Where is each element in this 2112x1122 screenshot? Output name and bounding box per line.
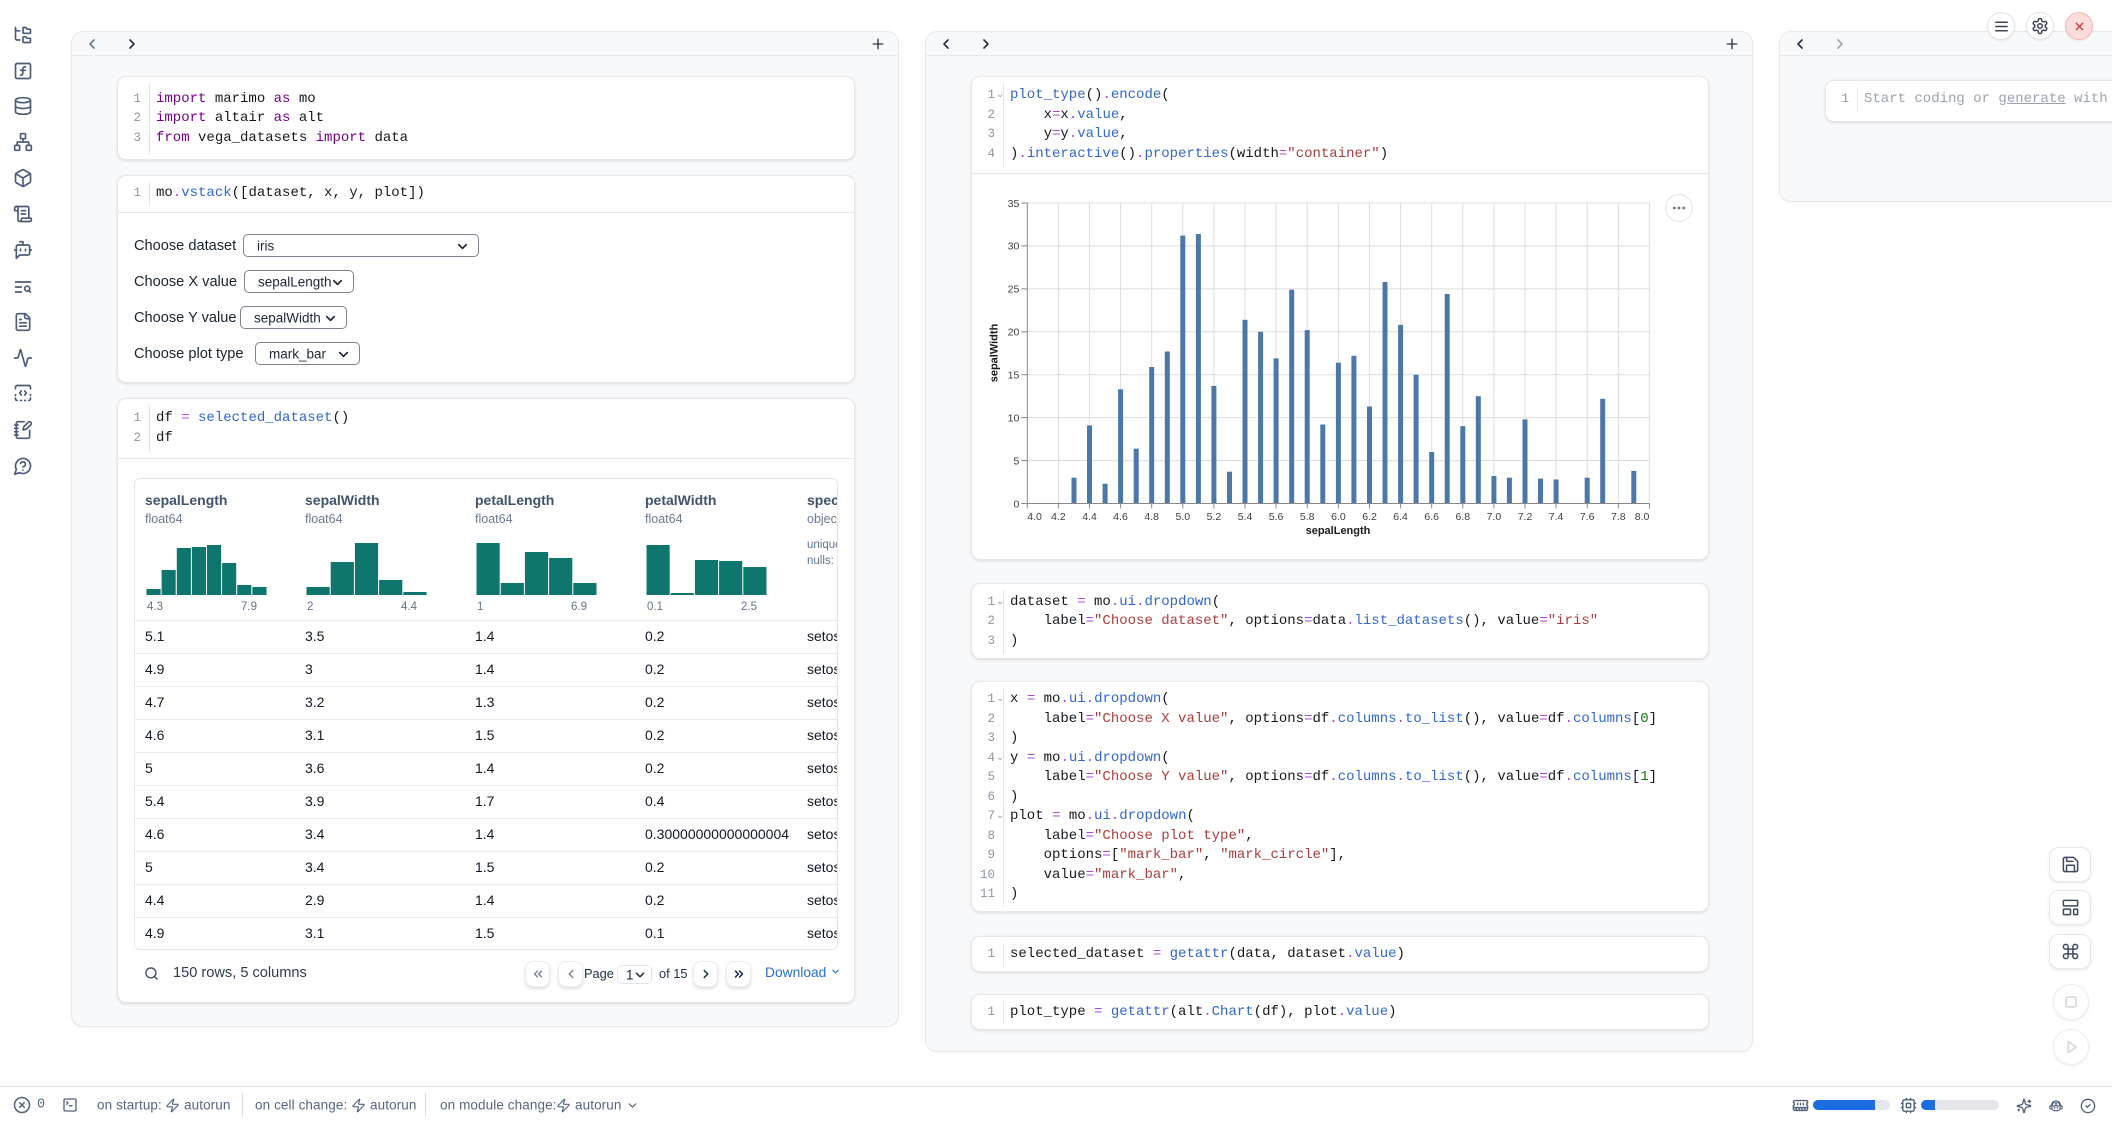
svg-text:35: 35 [1008, 198, 1020, 210]
svg-text:25: 25 [1008, 284, 1020, 296]
svg-text:5.2: 5.2 [1207, 511, 1222, 523]
svg-text:6.8: 6.8 [1455, 511, 1470, 523]
svg-text:30: 30 [1008, 241, 1020, 253]
svg-text:10: 10 [1008, 412, 1020, 424]
svg-text:6.2: 6.2 [1362, 511, 1377, 523]
svg-text:7.0: 7.0 [1487, 511, 1502, 523]
svg-text:5: 5 [1013, 455, 1019, 467]
svg-text:7.2: 7.2 [1518, 511, 1533, 523]
svg-text:5.0: 5.0 [1175, 511, 1190, 523]
svg-text:6.4: 6.4 [1393, 511, 1408, 523]
svg-text:4.8: 4.8 [1144, 511, 1159, 523]
svg-text:6.0: 6.0 [1331, 511, 1346, 523]
svg-text:4.6: 4.6 [1113, 511, 1128, 523]
svg-text:sepalWidth: sepalWidth [988, 323, 1000, 382]
svg-text:4.2: 4.2 [1051, 511, 1066, 523]
svg-text:sepalLength: sepalLength [1306, 525, 1371, 537]
svg-text:5.4: 5.4 [1238, 511, 1253, 523]
svg-text:15: 15 [1008, 370, 1020, 382]
svg-text:5.8: 5.8 [1300, 511, 1315, 523]
svg-text:5.6: 5.6 [1269, 511, 1284, 523]
svg-text:4.4: 4.4 [1082, 511, 1097, 523]
svg-text:7.8: 7.8 [1611, 511, 1626, 523]
svg-text:7.4: 7.4 [1549, 511, 1564, 523]
svg-text:0: 0 [1013, 498, 1019, 510]
svg-text:20: 20 [1008, 327, 1020, 339]
svg-text:7.6: 7.6 [1580, 511, 1595, 523]
svg-text:4.0: 4.0 [1027, 511, 1042, 523]
svg-text:6.6: 6.6 [1424, 511, 1439, 523]
svg-text:8.0: 8.0 [1635, 511, 1650, 523]
